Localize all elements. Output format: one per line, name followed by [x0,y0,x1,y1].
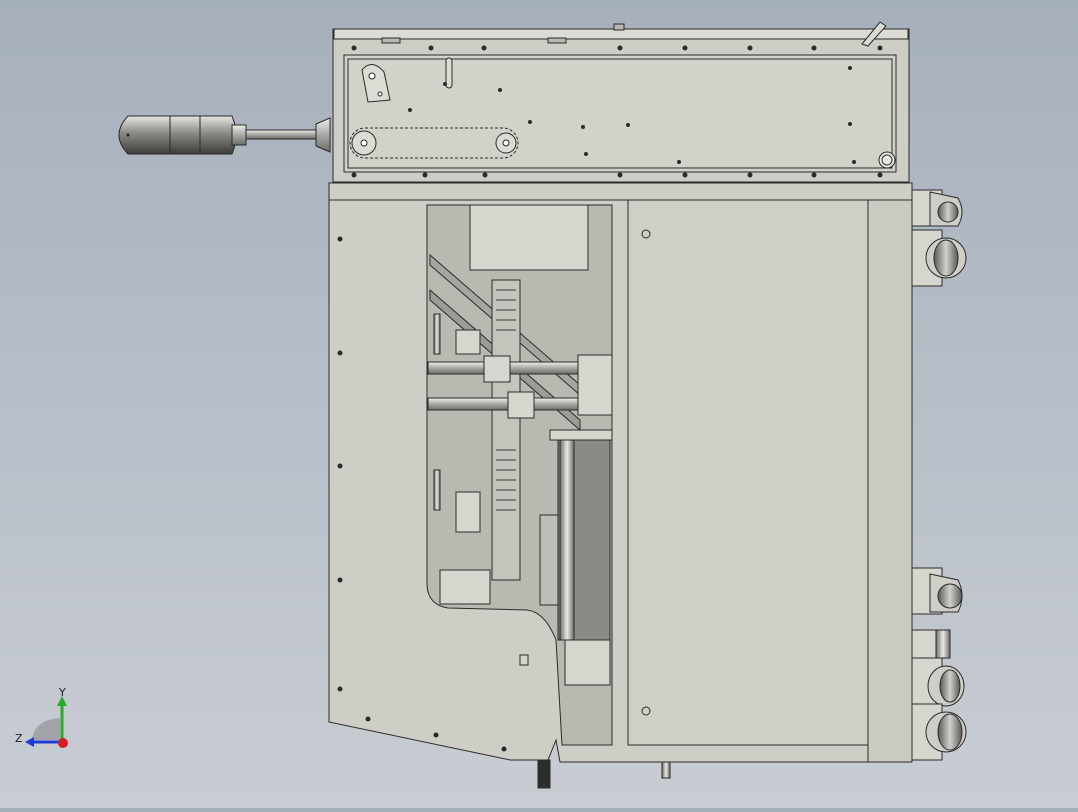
x-axis-dot [58,738,68,748]
caster-wheels [911,189,967,761]
main-frame [328,182,913,763]
z-axis-arrowhead [25,737,34,747]
machine-drawing [118,21,967,789]
handle-assembly [118,115,331,155]
y-axis-label: Y [58,686,66,699]
triad-plane-icon [32,718,60,740]
coordinate-triad: Y Z [15,686,68,748]
z-axis-label: Z [15,732,23,745]
cad-viewport[interactable]: Y Z [0,0,1078,808]
